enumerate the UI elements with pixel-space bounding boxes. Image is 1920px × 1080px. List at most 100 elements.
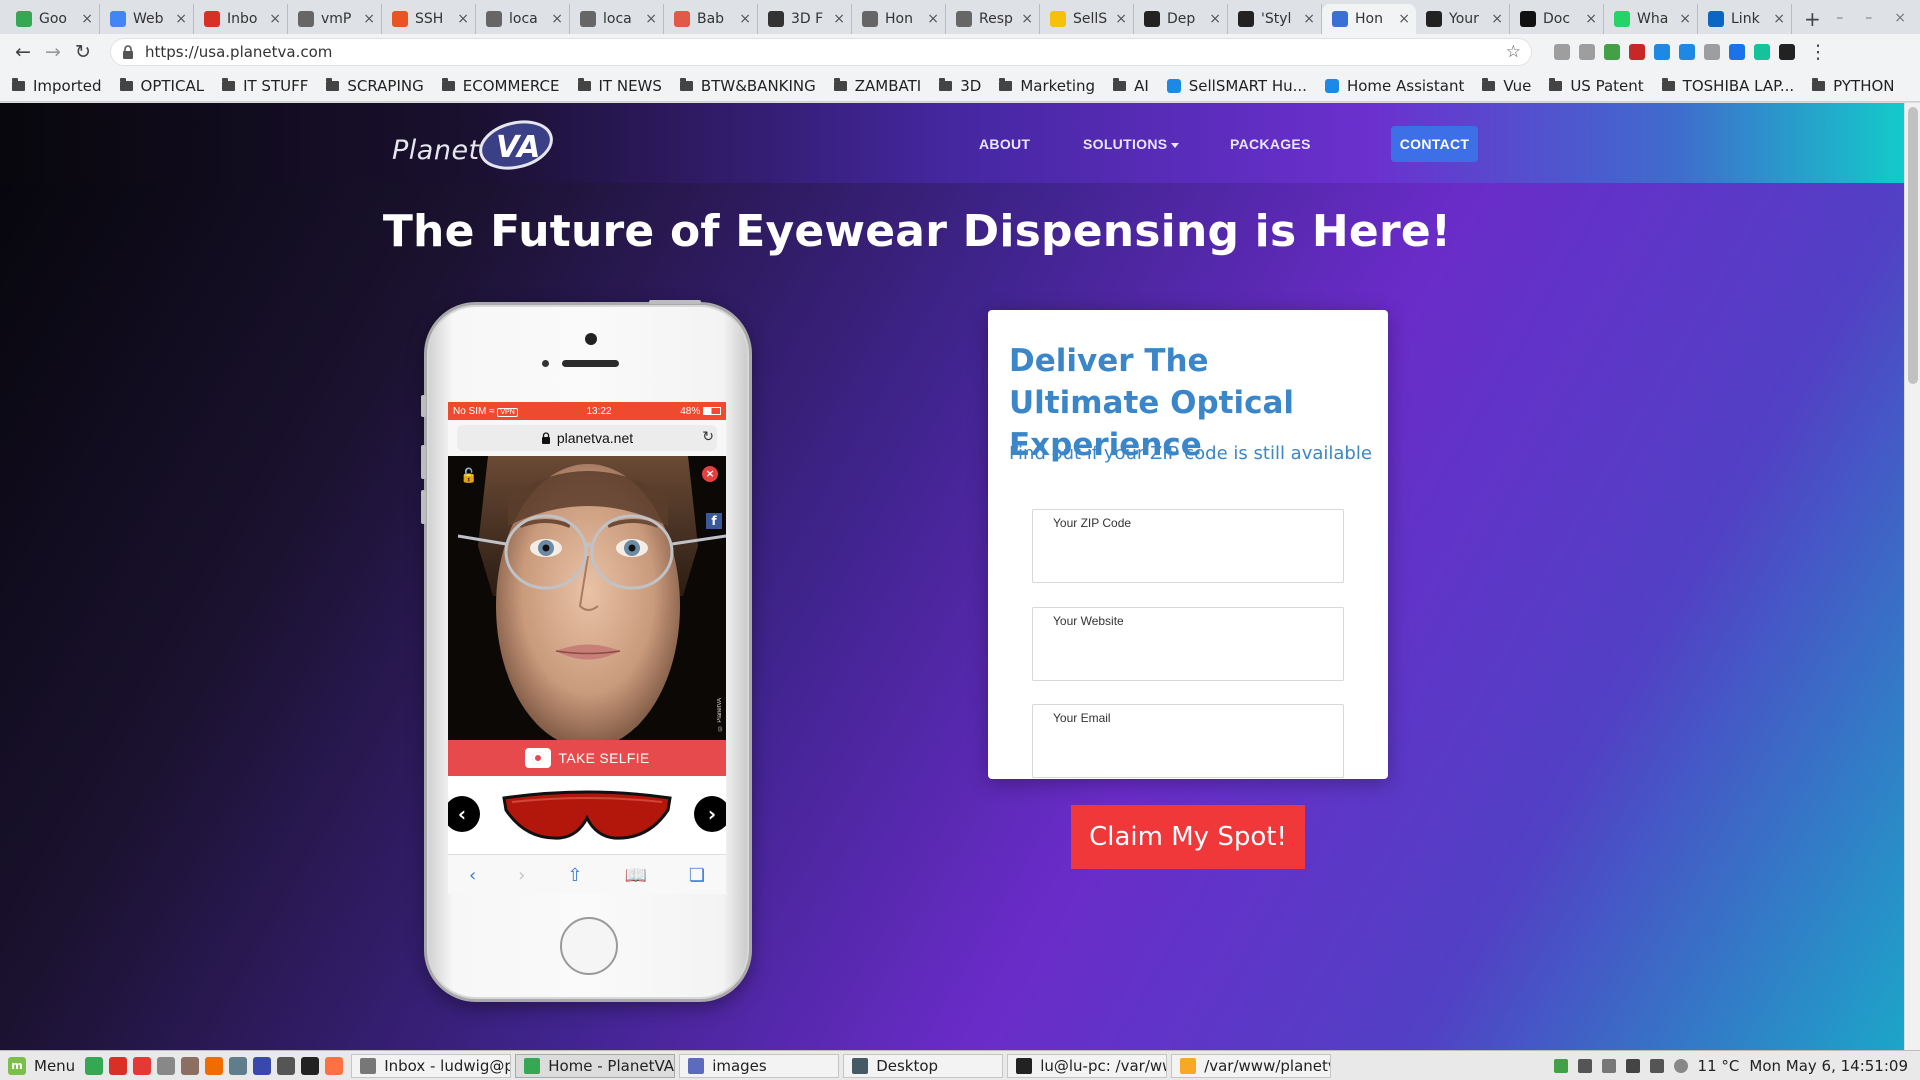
bookmark-item[interactable]: SCRAPING xyxy=(326,77,424,95)
shield-icon[interactable] xyxy=(1553,1058,1568,1073)
browser-tab[interactable]: Resp × xyxy=(946,4,1040,34)
bookmark-item[interactable]: ZAMBATI xyxy=(833,77,921,95)
browser-tab[interactable]: Bab × xyxy=(664,4,758,34)
launcher-app-icon[interactable] xyxy=(181,1056,200,1075)
browser-tab[interactable]: Link × xyxy=(1698,4,1792,34)
bookmark-item[interactable]: Imported xyxy=(12,77,102,95)
safari-bookmarks-icon[interactable]: 📖 xyxy=(624,865,646,886)
tab-close-icon[interactable]: × xyxy=(551,11,563,27)
browser-tab[interactable]: SSH × xyxy=(382,4,476,34)
launcher-app-icon[interactable] xyxy=(277,1056,296,1075)
bookmark-item[interactable]: BTW&BANKING xyxy=(679,77,816,95)
launcher-app-icon[interactable] xyxy=(325,1056,344,1075)
launcher-app-icon[interactable] xyxy=(157,1056,176,1075)
minimize-icon[interactable]: – xyxy=(1836,10,1843,26)
taskbar-window-button[interactable]: lu@lu-pc: /var/www/... xyxy=(1007,1053,1168,1078)
take-selfie-button[interactable]: TAKE SELFIE xyxy=(448,740,726,776)
claim-my-spot-button[interactable]: Claim My Spot! xyxy=(1071,805,1305,869)
browser-tab[interactable]: Dep × xyxy=(1134,4,1228,34)
extension-icon[interactable] xyxy=(1704,44,1720,60)
browser-tab[interactable]: Wha × xyxy=(1604,4,1698,34)
facebook-icon[interactable]: f xyxy=(706,513,722,529)
scrollbar-thumb[interactable] xyxy=(1908,107,1918,384)
tab-close-icon[interactable]: × xyxy=(739,11,751,27)
clock-text[interactable]: Mon May 6, 14:51:09 xyxy=(1749,1057,1908,1075)
launcher-app-icon[interactable] xyxy=(301,1056,320,1075)
planetva-logo[interactable]: Planet VA xyxy=(392,117,562,171)
extension-icon[interactable] xyxy=(1754,44,1770,60)
bookmark-item[interactable]: Vue xyxy=(1482,77,1531,95)
close-circle-icon[interactable]: × xyxy=(702,466,718,482)
browser-tab[interactable]: Your × xyxy=(1416,4,1510,34)
nav-packages-link[interactable]: PACKAGES xyxy=(1230,126,1311,162)
launcher-app-icon[interactable] xyxy=(85,1056,104,1075)
bookmark-item[interactable]: OPTICAL xyxy=(119,77,204,95)
bookmark-item[interactable]: IT STUFF xyxy=(222,77,308,95)
browser-tab[interactable]: loca × xyxy=(476,4,570,34)
email-field[interactable]: Your Email xyxy=(1032,704,1344,778)
taskbar-window-button[interactable]: Home - PlanetVA - Go... xyxy=(515,1053,676,1078)
volume-icon[interactable] xyxy=(1649,1058,1664,1073)
browser-tab[interactable]: Web × xyxy=(100,4,194,34)
safari-tabs-icon[interactable]: ❏ xyxy=(689,865,705,886)
extension-icon[interactable] xyxy=(1604,44,1620,60)
taskbar-window-button[interactable]: /var/www/planetva-u... xyxy=(1171,1053,1332,1078)
bookmark-item[interactable]: IT NEWS xyxy=(577,77,662,95)
extension-icon[interactable] xyxy=(1729,44,1745,60)
browser-tab[interactable]: loca × xyxy=(570,4,664,34)
tab-close-icon[interactable]: × xyxy=(1773,11,1785,27)
tab-close-icon[interactable]: × xyxy=(1398,11,1410,27)
website-input[interactable] xyxy=(1053,638,1323,668)
tab-close-icon[interactable]: × xyxy=(1679,11,1691,27)
safari-back-icon[interactable]: ‹ xyxy=(469,865,476,886)
safari-forward-icon[interactable]: › xyxy=(518,865,525,886)
tab-close-icon[interactable]: × xyxy=(1115,11,1127,27)
browser-tab[interactable]: Inbo × xyxy=(194,4,288,34)
browser-tab[interactable]: 'Styl × xyxy=(1228,4,1322,34)
bluetooth-icon[interactable] xyxy=(1601,1058,1616,1073)
tab-close-icon[interactable]: × xyxy=(1209,11,1221,27)
bookmark-item[interactable]: ECOMMERCE xyxy=(441,77,560,95)
red-goggles-product-image[interactable] xyxy=(498,788,676,844)
tab-close-icon[interactable]: × xyxy=(269,11,281,27)
nav-solutions-dropdown[interactable]: SOLUTIONS xyxy=(1083,126,1180,162)
close-window-icon[interactable]: × xyxy=(1894,10,1906,26)
extension-icon[interactable] xyxy=(1579,44,1595,60)
safari-share-icon[interactable]: ⇧ xyxy=(567,865,582,886)
carousel-next-chevron-icon[interactable]: › xyxy=(694,796,726,832)
launcher-app-icon[interactable] xyxy=(253,1056,272,1075)
bookmark-item[interactable]: TOSHIBA LAP... xyxy=(1661,77,1794,95)
zip-code-input[interactable] xyxy=(1053,540,1323,570)
unlock-icon[interactable]: 🔓 xyxy=(460,468,477,484)
phone-address-bar[interactable]: planetva.net ↻ xyxy=(448,420,726,456)
tab-close-icon[interactable]: × xyxy=(1491,11,1503,27)
browser-tab[interactable]: Hon × xyxy=(852,4,946,34)
browser-tab[interactable]: SellS × xyxy=(1040,4,1134,34)
taskbar-window-button[interactable]: Inbox - ludwig@plan... xyxy=(351,1053,512,1078)
zip-code-field[interactable]: Your ZIP Code xyxy=(1032,509,1344,583)
launcher-app-icon[interactable] xyxy=(205,1056,224,1075)
tab-close-icon[interactable]: × xyxy=(363,11,375,27)
bookmark-star-icon[interactable]: ☆ xyxy=(1506,42,1521,62)
maximize-icon[interactable]: – xyxy=(1865,10,1872,26)
tab-close-icon[interactable]: × xyxy=(1585,11,1597,27)
launcher-app-icon[interactable] xyxy=(229,1056,248,1075)
tab-close-icon[interactable]: × xyxy=(927,11,939,27)
page-scrollbar[interactable] xyxy=(1904,103,1920,1050)
phone-url-pill[interactable]: planetva.net xyxy=(457,425,717,451)
bookmark-item[interactable]: AI xyxy=(1113,77,1149,95)
bookmark-item[interactable]: SellSMART Hu... xyxy=(1166,77,1307,95)
tab-close-icon[interactable]: × xyxy=(645,11,657,27)
phone-reload-icon[interactable]: ↻ xyxy=(702,429,714,445)
browser-tab[interactable]: Hon × xyxy=(1322,4,1416,34)
taskbar-window-button[interactable]: Desktop xyxy=(843,1053,1004,1078)
launcher-app-icon[interactable] xyxy=(109,1056,128,1075)
tab-close-icon[interactable]: × xyxy=(833,11,845,27)
browser-tab[interactable]: 3D F × xyxy=(758,4,852,34)
bookmark-item[interactable]: PYTHON xyxy=(1812,77,1895,95)
battery-icon[interactable] xyxy=(1625,1058,1640,1073)
tab-close-icon[interactable]: × xyxy=(1021,11,1033,27)
carousel-prev-chevron-icon[interactable]: ‹ xyxy=(448,796,480,832)
back-button[interactable]: ← xyxy=(8,41,38,63)
taskbar-window-button[interactable]: images xyxy=(679,1053,840,1078)
